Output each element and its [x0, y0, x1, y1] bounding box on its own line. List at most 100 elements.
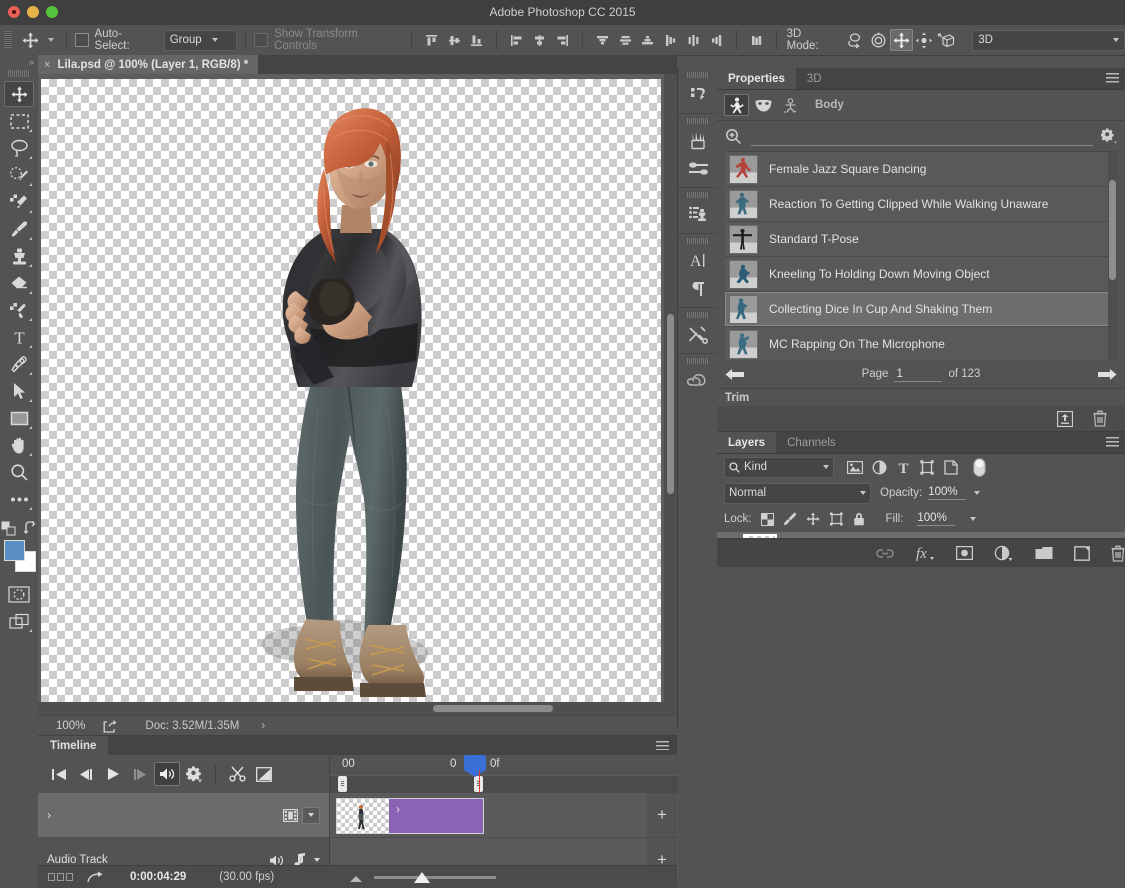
distribute-top-edges-icon[interactable]	[591, 29, 614, 51]
close-icon[interactable]: ×	[44, 59, 50, 71]
filter-type-layers-icon[interactable]: T	[891, 456, 915, 478]
opacity-slider-toggle[interactable]	[974, 491, 980, 495]
fill-slider-toggle[interactable]	[970, 517, 976, 521]
go-to-first-frame-button[interactable]	[46, 762, 72, 786]
delete-layer-icon[interactable]	[1111, 545, 1125, 562]
list-item[interactable]: Collecting Dice In Cup And Shaking Them	[725, 292, 1117, 327]
lock-transparent-pixels-icon[interactable]	[761, 513, 774, 526]
body-animation-icon[interactable]	[724, 94, 749, 116]
move-tool-options-caret[interactable]	[44, 38, 58, 42]
convert-to-frame-animation-icon[interactable]	[48, 873, 73, 881]
video-track-header[interactable]: ›	[38, 793, 329, 838]
eyedropper-tool-button[interactable]	[4, 189, 34, 215]
tab-3d[interactable]: 3D	[796, 68, 833, 89]
distribute-horizontal-centers-icon[interactable]	[682, 29, 705, 51]
auto-align-layers-icon[interactable]	[745, 29, 768, 51]
chevron-right-icon[interactable]: ›	[261, 720, 265, 732]
render-video-icon[interactable]	[87, 871, 104, 884]
list-item[interactable]: MC Rapping On The Microphone	[725, 327, 1117, 360]
workspace-dropdown[interactable]: 3D	[972, 30, 1125, 51]
list-item[interactable]: Standard T-Pose	[725, 222, 1117, 257]
show-transform-controls-checkbox[interactable]	[254, 33, 268, 47]
video-track-body[interactable]: ›	[329, 793, 678, 838]
screen-mode-button[interactable]	[4, 608, 34, 634]
new-layer-icon[interactable]	[1074, 546, 1090, 561]
tools-panel-grip[interactable]	[8, 70, 30, 77]
video-clip[interactable]: ›	[336, 798, 484, 834]
filter-adjustment-layers-icon[interactable]	[867, 456, 891, 478]
lock-artboard-nesting-icon[interactable]	[829, 512, 844, 526]
transition-button[interactable]	[251, 762, 277, 786]
lock-position-icon[interactable]	[806, 512, 820, 526]
add-media-button[interactable]: +	[647, 793, 677, 838]
double-chevron-right-icon[interactable]: »	[0, 55, 38, 69]
canvas-vertical-scrollbar[interactable]	[664, 74, 677, 715]
align-right-edges-icon[interactable]	[551, 29, 574, 51]
chevron-right-icon[interactable]: ›	[47, 808, 51, 822]
tools-adjustments-icon[interactable]	[683, 321, 713, 348]
paragraph-icon[interactable]	[683, 275, 713, 302]
brush-tool-button[interactable]	[4, 216, 34, 242]
dock-group-grip[interactable]	[687, 312, 709, 318]
zoom-out-timeline-icon[interactable]	[348, 875, 364, 883]
auto-select-checkbox[interactable]	[75, 33, 89, 47]
play-button[interactable]	[100, 762, 126, 786]
distribute-bottom-edges-icon[interactable]	[637, 29, 660, 51]
align-horizontal-centers-icon[interactable]	[528, 29, 551, 51]
clone-stamp-tool-button[interactable]	[4, 243, 34, 269]
rectangular-marquee-tool-button[interactable]	[4, 108, 34, 134]
align-top-edges-icon[interactable]	[420, 29, 443, 51]
chevron-right-icon[interactable]: ›	[396, 802, 400, 833]
rectangle-tool-button[interactable]	[4, 405, 34, 431]
apply-animation-icon[interactable]	[1057, 411, 1073, 427]
distribute-vertical-centers-icon[interactable]	[614, 29, 637, 51]
lock-all-icon[interactable]	[853, 512, 865, 526]
dock-group-grip[interactable]	[687, 72, 709, 78]
animation-list[interactable]: Female Jazz Square Dancing Reaction To G…	[725, 151, 1117, 360]
character-icon[interactable]: A	[683, 247, 713, 274]
dock-group-grip[interactable]	[687, 358, 709, 364]
align-bottom-edges-icon[interactable]	[466, 29, 489, 51]
tab-timeline[interactable]: Timeline	[38, 736, 108, 755]
lasso-tool-button[interactable]	[4, 135, 34, 161]
scale-3d-object-icon[interactable]	[935, 29, 958, 51]
work-area-start-handle[interactable]	[338, 776, 347, 792]
tab-layers[interactable]: Layers	[717, 432, 776, 453]
tab-channels[interactable]: Channels	[776, 432, 847, 453]
canvas-area[interactable]	[38, 74, 677, 715]
new-group-icon[interactable]	[1035, 546, 1053, 560]
scrollbar-thumb[interactable]	[1109, 180, 1116, 280]
work-area-band[interactable]	[330, 775, 678, 795]
eraser-tool-button[interactable]	[4, 270, 34, 296]
filter-shape-layers-icon[interactable]	[915, 456, 939, 478]
zoom-level[interactable]: 100%	[56, 720, 85, 732]
rotate-3d-object-icon[interactable]	[844, 29, 867, 51]
add-layer-mask-icon[interactable]	[956, 546, 973, 560]
fill-value[interactable]: 100%	[917, 512, 955, 526]
dock-group-grip[interactable]	[687, 192, 709, 198]
chevron-down-icon[interactable]	[314, 858, 320, 862]
current-timecode[interactable]: 0:00:04:29	[130, 871, 186, 883]
document-tab[interactable]: × Lila.psd @ 100% (Layer 1, RGB/8) *	[38, 55, 258, 74]
document-canvas[interactable]	[41, 79, 661, 715]
zoom-in-timeline-icon[interactable]	[414, 872, 430, 883]
playhead-handle[interactable]	[464, 755, 486, 770]
history-icon[interactable]	[683, 81, 713, 108]
page-number-input[interactable]	[894, 367, 942, 382]
timeline-ruler[interactable]: 00 0 0f	[329, 755, 678, 793]
list-item[interactable]: Reaction To Getting Clipped While Walkin…	[725, 187, 1117, 222]
pen-tool-button[interactable]	[4, 351, 34, 377]
roll-3d-object-icon[interactable]	[867, 29, 890, 51]
animation-list-scrollbar[interactable]	[1108, 152, 1117, 360]
gradient-tool-button[interactable]	[4, 297, 34, 323]
rig-animation-icon[interactable]	[778, 94, 803, 116]
canvas-horizontal-scrollbar[interactable]	[38, 702, 677, 715]
distribute-left-edges-icon[interactable]	[659, 29, 682, 51]
video-track-menu-button[interactable]	[302, 807, 320, 824]
opacity-value[interactable]: 100%	[928, 486, 966, 500]
delete-icon[interactable]	[1093, 410, 1107, 427]
align-left-edges-icon[interactable]	[505, 29, 528, 51]
options-bar-grip[interactable]	[4, 31, 12, 49]
animation-search-input[interactable]	[751, 126, 1093, 146]
brush-settings-icon[interactable]	[683, 155, 713, 182]
